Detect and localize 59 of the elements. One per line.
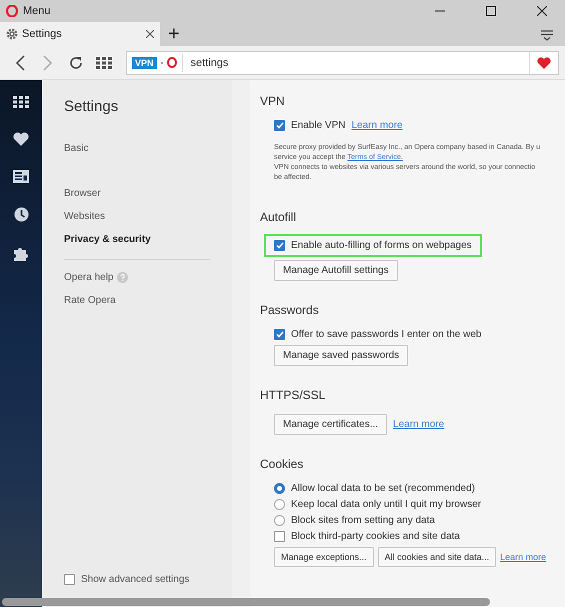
checkbox-label: Show advanced settings bbox=[81, 574, 190, 585]
learn-more-link[interactable]: Learn more bbox=[500, 552, 546, 562]
browser-tab[interactable]: Settings bbox=[0, 22, 160, 46]
heart-icon[interactable] bbox=[13, 132, 29, 146]
settings-button[interactable]: Manage Autofill settings bbox=[274, 260, 398, 281]
minimize-icon bbox=[435, 10, 445, 12]
settings-button[interactable]: Manage saved passwords bbox=[274, 345, 408, 366]
address-field[interactable]: VPN settings bbox=[126, 50, 559, 74]
nav-item[interactable]: Websites bbox=[64, 211, 105, 222]
window-title: Menu bbox=[23, 5, 51, 17]
settings-button[interactable]: Manage certificates... bbox=[274, 414, 388, 435]
checkbox[interactable] bbox=[64, 574, 75, 585]
page-title: Settings bbox=[64, 98, 120, 115]
radio-label: Allow local data to be set (recommended) bbox=[291, 483, 475, 494]
learn-more-link[interactable]: Learn more bbox=[351, 120, 403, 131]
section-heading: Passwords bbox=[260, 303, 320, 317]
heart-icon bbox=[537, 56, 551, 68]
nav-item[interactable]: Browser bbox=[64, 188, 101, 199]
gear-icon bbox=[6, 28, 18, 40]
settings-button[interactable]: All cookies and site data... bbox=[378, 547, 496, 567]
radio-label: Block sites from setting any data bbox=[291, 515, 435, 526]
section-heading: Autofill bbox=[260, 210, 298, 224]
maximize-icon bbox=[486, 6, 496, 16]
news-icon[interactable] bbox=[13, 170, 29, 183]
opera-logo-icon bbox=[6, 5, 18, 17]
reload-icon bbox=[68, 54, 84, 70]
section-heading: Cookies bbox=[260, 457, 304, 471]
nav-link[interactable]: Rate Opera bbox=[64, 295, 116, 306]
settings-button[interactable]: Manage exceptions... bbox=[274, 547, 374, 567]
checkbox-label: Block third-party cookies and site data bbox=[291, 531, 460, 542]
section-heading: HTTPS/SSL bbox=[260, 388, 326, 402]
vpn-badge[interactable]: VPN bbox=[132, 56, 157, 68]
section-heading: VPN bbox=[260, 94, 286, 108]
checkbox-label: Enable auto-filling of forms on webpages bbox=[291, 240, 472, 251]
nav-item[interactable]: Basic bbox=[64, 143, 88, 154]
learn-more-link[interactable]: Learn more bbox=[393, 419, 444, 430]
radio-label: Keep local data only until I quit my browser bbox=[291, 499, 482, 510]
close-tab-icon[interactable] bbox=[146, 30, 154, 38]
nav-link[interactable]: Opera help bbox=[64, 272, 114, 283]
close-icon bbox=[537, 6, 547, 16]
horizontal-scrollbar[interactable] bbox=[2, 598, 490, 606]
grid-icon bbox=[96, 56, 112, 68]
puzzle-icon[interactable] bbox=[14, 246, 28, 261]
checkbox-label: Offer to save passwords I enter on the web bbox=[291, 329, 482, 340]
chevron-right-icon bbox=[43, 54, 53, 70]
nav-item[interactable]: Privacy & security bbox=[64, 234, 151, 245]
checkbox[interactable] bbox=[274, 120, 285, 131]
checkbox[interactable] bbox=[274, 531, 285, 542]
radio-button[interactable] bbox=[274, 515, 285, 526]
checkbox[interactable] bbox=[274, 240, 285, 251]
radio-button[interactable] bbox=[274, 483, 285, 494]
chevron-left-icon bbox=[15, 54, 25, 70]
tab-menu-icon[interactable] bbox=[541, 30, 553, 41]
opera-logo-icon bbox=[166, 57, 177, 68]
checkbox-label: Enable VPN bbox=[291, 120, 346, 131]
checkbox[interactable] bbox=[274, 329, 285, 340]
radio-button[interactable] bbox=[274, 499, 285, 510]
new-tab-button[interactable]: + bbox=[160, 22, 188, 46]
clock-icon[interactable] bbox=[14, 207, 28, 222]
